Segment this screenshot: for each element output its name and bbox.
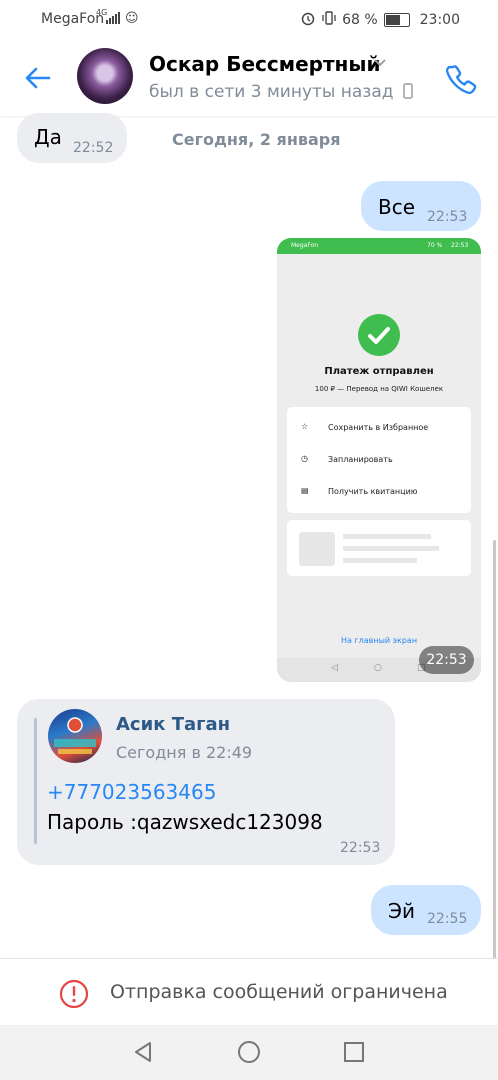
contact-avatar[interactable] [77,48,133,104]
date-separator: Сегодня, 2 января [172,130,341,149]
restriction-text: Отправка сообщений ограничена [110,981,448,1003]
phone-number-link[interactable]: +777023563465 [47,780,216,804]
message-bubble-outgoing[interactable]: Эй 22:55 [371,885,481,935]
screenshot-home-link: На главный экран [340,636,418,645]
chat-header: Оскар Бессмертный был в сети 3 минуты на… [0,38,498,116]
alarm-icon [300,10,316,30]
alert-circle-icon [59,979,89,1013]
message-time: 22:55 [427,911,468,927]
success-check-icon [358,314,400,356]
forwarded-message-text: Пароль :qazwsxedc123098 [47,810,323,834]
battery-icon [383,13,410,27]
screenshot-placeholder-card [287,520,471,576]
message-bubble-incoming[interactable]: Да 22:52 [17,113,127,163]
last-seen-status: был в сети 3 минуты назад [149,82,394,102]
clock: 23:00 [419,12,460,28]
messaging-restricted-bar: Отправка сообщений ограничена [0,958,498,1025]
photo-time: 22:53 [419,646,474,674]
message-time: 22:52 [73,140,114,156]
battery-percent: 68 % [342,12,378,28]
mobile-device-icon [403,83,413,103]
signal-icon [106,12,120,28]
system-nav-bar [0,1025,498,1080]
phone-icon[interactable] [444,62,478,96]
back-triangle-icon[interactable] [131,1040,155,1068]
recents-square-icon[interactable] [343,1041,365,1067]
star-icon: ☆ [301,422,309,431]
message-time: 22:53 [340,840,381,856]
message-text: Все [378,195,416,219]
screenshot-status-bar: MegaFon 70 % 22:53 [277,238,481,254]
message-time: 22:53 [427,209,468,225]
chevron-down-icon[interactable] [373,56,387,72]
message-text: Эй [388,899,415,923]
carrier-name: MegaFon [41,11,105,27]
status-bar: MegaFon 4G ☺ 68 % 23:00 [0,0,498,38]
forwarded-author-time: Сегодня в 22:49 [116,743,253,762]
forward-quote-bar [34,718,37,844]
receipt-icon: ▤ [301,486,309,495]
screenshot-title: Платеж отправлен [324,366,434,377]
message-bubble-outgoing[interactable]: Все 22:53 [361,181,481,231]
contact-name[interactable]: Оскар Бессмертный [149,52,380,76]
screenshot-actions-card: ☆ Сохранить в Избранное ◷ Запланировать … [287,407,471,513]
home-circle-icon[interactable] [237,1040,261,1068]
notification-icon: ☺ [125,11,139,26]
back-arrow-icon[interactable] [22,62,54,94]
photo-attachment[interactable]: MegaFon 70 % 22:53 Платеж отправлен 100 … [277,238,481,682]
forwarded-author-name[interactable]: Асик Таган [116,714,230,735]
forwarded-author-avatar[interactable] [48,709,102,763]
status-right: 68 % 23:00 [300,10,460,30]
clock-icon: ◷ [301,454,308,463]
scrollbar[interactable] [493,540,496,960]
vibrate-icon [322,10,336,30]
screenshot-subtitle: 100 ₽ — Перевод на QIWI Кошелек [314,385,444,393]
message-text: Да [34,125,62,149]
